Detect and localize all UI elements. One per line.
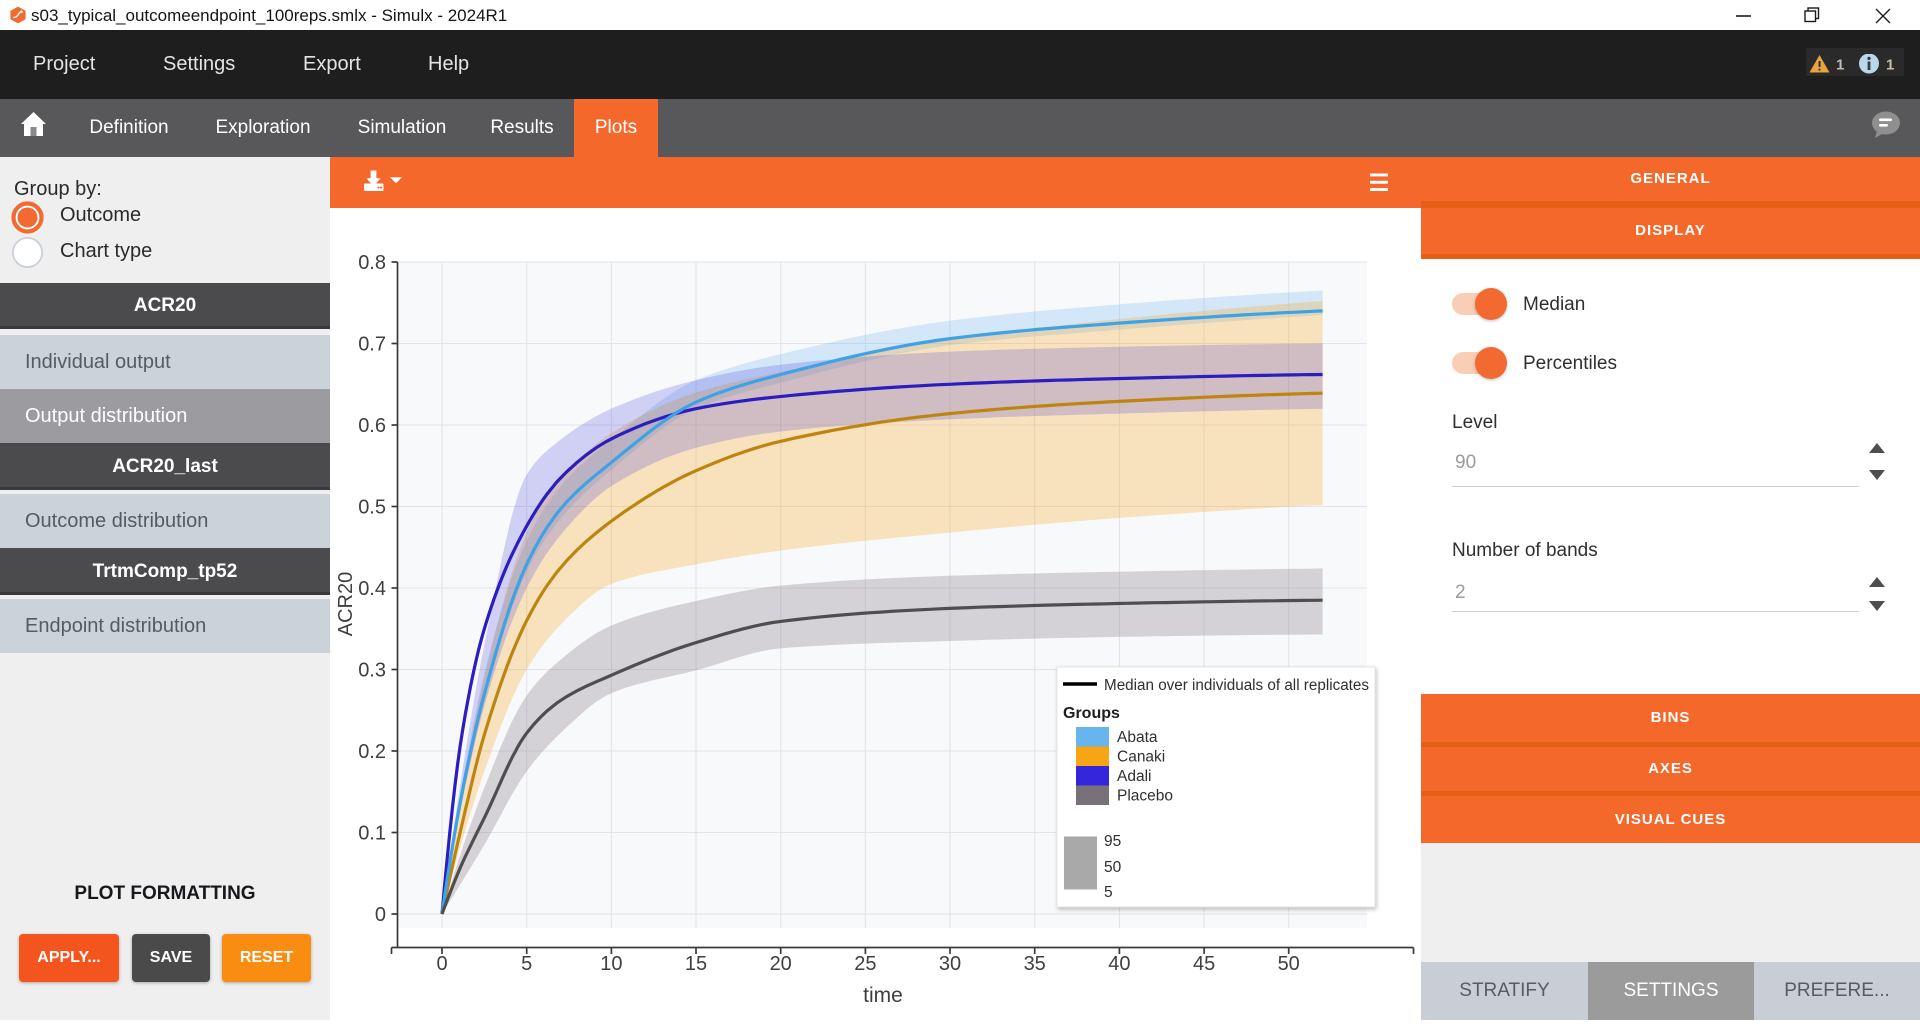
svg-text:0.3: 0.3 [358,660,386,682]
svg-text:1: 1 [1836,57,1844,74]
svg-text:0.7: 0.7 [358,334,386,356]
svg-text:0.5: 0.5 [358,497,386,519]
svg-text:25: 25 [854,953,876,975]
svg-text:5: 5 [521,953,532,975]
svg-text:Canaki: Canaki [1117,749,1165,766]
svg-text:Groups: Groups [1063,705,1120,722]
svg-text:10: 10 [600,953,622,975]
svg-text:40: 40 [1108,953,1130,975]
svg-text:5: 5 [1104,884,1113,901]
svg-text:50: 50 [1278,953,1300,975]
svg-text:0.6: 0.6 [358,415,386,437]
svg-text:0.1: 0.1 [358,823,386,845]
svg-text:Median over individuals of all: Median over individuals of all replicate… [1104,677,1369,694]
svg-text:0.8: 0.8 [358,252,386,274]
svg-text:0.4: 0.4 [358,578,386,600]
svg-text:Abata: Abata [1117,729,1158,746]
svg-text:0: 0 [436,953,447,975]
svg-text:30: 30 [939,953,961,975]
svg-text:0: 0 [375,904,386,926]
svg-text:Adali: Adali [1117,768,1151,785]
svg-text:Placebo: Placebo [1117,788,1173,805]
svg-text:45: 45 [1193,953,1215,975]
svg-text:ACR20: ACR20 [335,572,357,636]
svg-text:0.2: 0.2 [358,741,386,763]
svg-text:20: 20 [770,953,792,975]
svg-text:1: 1 [1886,57,1894,74]
svg-text:95: 95 [1104,833,1121,850]
svg-text:35: 35 [1024,953,1046,975]
svg-text:15: 15 [685,953,707,975]
svg-text:time: time [863,984,903,1007]
svg-text:50: 50 [1104,859,1122,876]
